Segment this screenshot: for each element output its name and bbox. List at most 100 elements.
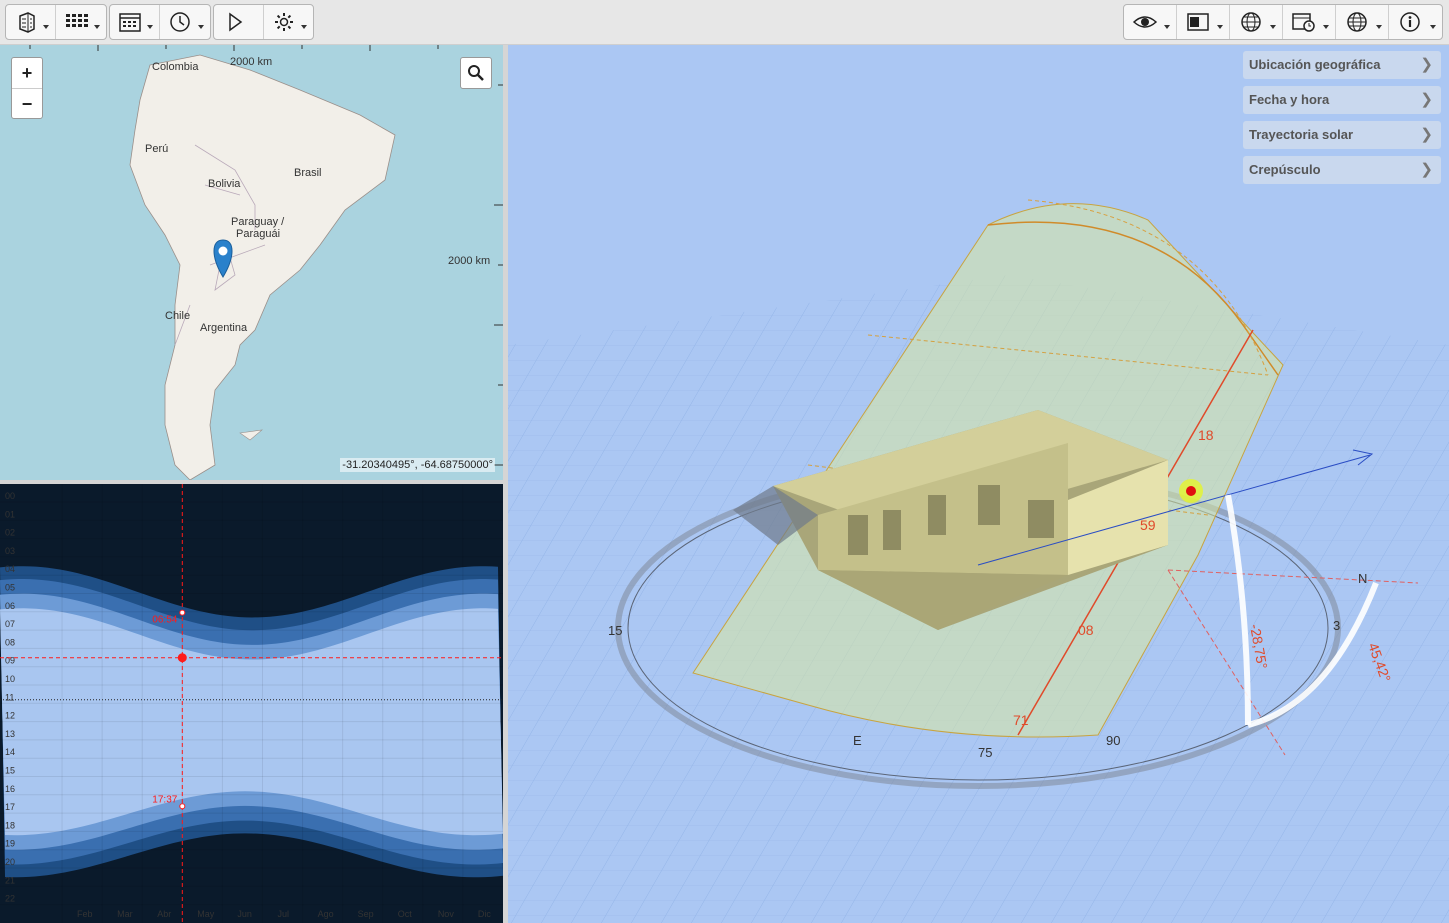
sunrise-marker — [179, 609, 186, 616]
y-tick-label: 08 — [5, 637, 15, 647]
play-button[interactable] — [214, 5, 264, 39]
info-button[interactable] — [1389, 5, 1442, 39]
toolbar — [0, 0, 1449, 45]
clock-icon — [170, 12, 190, 32]
x-tick-label: May — [197, 909, 215, 919]
panel-geo-location[interactable]: Ubicación geográfica ❯ — [1243, 51, 1441, 79]
y-tick-label: 21 — [5, 875, 15, 885]
calendar-clock-icon — [1292, 13, 1315, 32]
sunset-marker — [179, 803, 186, 810]
compass-e-label: E — [853, 733, 862, 748]
map-search-button[interactable] — [460, 57, 492, 89]
compass-90-label: 90 — [1106, 733, 1120, 748]
zoom-control: + − — [11, 57, 43, 119]
chevron-right-icon: ❯ — [1420, 161, 1433, 178]
panel-date-time-label: Fecha y hora — [1249, 92, 1330, 107]
x-tick-label: Abr — [157, 909, 171, 919]
building-button[interactable] — [6, 5, 56, 39]
x-tick-label: Feb — [77, 909, 93, 919]
playback-group — [213, 4, 314, 40]
map-label-argentina: Argentina — [200, 322, 248, 334]
y-tick-label: 02 — [5, 528, 15, 538]
building-icon — [19, 12, 35, 33]
map-label-peru: Perú — [145, 143, 169, 155]
zoom-in-button[interactable]: + — [12, 58, 42, 88]
scale-top-label: 2000 km — [230, 56, 273, 68]
y-tick-label: 19 — [5, 839, 15, 849]
panel-twilight[interactable]: Crepúsculo ❯ — [1243, 156, 1441, 184]
info-icon — [1400, 12, 1420, 32]
chevron-right-icon: ❯ — [1420, 91, 1433, 108]
y-tick-label: 18 — [5, 820, 15, 830]
clock-button[interactable] — [160, 5, 210, 39]
window-button[interactable] — [1177, 5, 1230, 39]
map-label-brasil: Brasil — [294, 167, 322, 179]
sunset-label: 17:37 — [152, 794, 177, 805]
globe-button[interactable] — [1336, 5, 1389, 39]
chevron-right-icon: ❯ — [1420, 126, 1433, 143]
map-label-paraguay: Paraguay / — [231, 216, 285, 228]
map-label-paraguai: Paraguái — [236, 228, 281, 240]
panel-sun-path[interactable]: Trayectoria solar ❯ — [1243, 121, 1441, 149]
panel-date-time[interactable]: Fecha y hora ❯ — [1243, 86, 1441, 114]
y-tick-label: 15 — [5, 766, 15, 776]
y-tick-label: 12 — [5, 711, 15, 721]
visibility-button[interactable] — [1124, 5, 1177, 39]
hour-label-81: 18 — [1198, 427, 1214, 443]
x-tick-label: Sep — [358, 909, 374, 919]
eye-icon — [1132, 16, 1158, 28]
y-tick-label: 01 — [5, 509, 15, 519]
selected-time-marker — [177, 653, 187, 663]
x-tick-label: Ago — [318, 909, 334, 919]
map-label-bolivia: Bolivia — [208, 178, 241, 190]
y-tick-label: 03 — [5, 546, 15, 556]
y-tick-label: 00 — [5, 491, 15, 501]
panel-sun-path-label: Trayectoria solar — [1249, 127, 1354, 142]
location-map[interactable]: 2000 km 2000 km Colombia Perú Brasil Bol… — [0, 45, 503, 480]
y-tick-label: 14 — [5, 747, 15, 757]
south-america-map — [29, 45, 503, 480]
hour-label-71: 71 — [1013, 712, 1029, 728]
sunrise-label: 06:54 — [152, 615, 177, 626]
play-icon — [229, 12, 243, 32]
calendar-button[interactable] — [110, 5, 160, 39]
y-tick-label: 07 — [5, 619, 15, 629]
y-tick-label: 17 — [5, 802, 15, 812]
grid-button[interactable] — [56, 5, 106, 39]
panel-twilight-label: Crepúsculo — [1249, 162, 1321, 177]
x-tick-label: Jun — [237, 909, 252, 919]
hour-label-80: 08 — [1078, 622, 1094, 638]
sphere-grid-button[interactable] — [1230, 5, 1283, 39]
display-group — [1123, 4, 1443, 40]
chevron-right-icon: ❯ — [1420, 56, 1433, 73]
map-label-chile: Chile — [165, 310, 191, 322]
map-label-colombia: Colombia — [152, 61, 199, 73]
y-tick-label: 06 — [5, 601, 15, 611]
settings-button[interactable] — [264, 5, 314, 39]
zoom-out-button[interactable]: − — [12, 88, 42, 119]
panel-geo-location-label: Ubicación geográfica — [1249, 57, 1381, 72]
x-tick-label: Jul — [277, 909, 289, 919]
y-tick-label: 13 — [5, 729, 15, 739]
coordinates-readout: -31.20340495°, -64.68750000° — [340, 458, 495, 472]
time-group — [109, 4, 211, 40]
sun-hours-chart[interactable]: 00 01 02 03 04 05 06 07 08 09 10 11 12 13 14 15 16 17 18 19… — [0, 484, 503, 923]
y-tick-label: 10 — [5, 674, 15, 684]
x-tick-label: Mar — [117, 909, 133, 919]
hour-label-65: 59 — [1140, 517, 1156, 533]
gear-icon — [274, 13, 293, 31]
x-tick-label: Nov — [438, 909, 455, 919]
compass-15-label: 15 — [608, 623, 622, 638]
grid-icon — [66, 14, 88, 27]
y-tick-label: 20 — [5, 857, 15, 867]
y-tick-label: 11 — [5, 692, 14, 702]
y-tick-label: 16 — [5, 784, 15, 794]
sun-hours-chart-svg: 0001020304050607080910111213141516171819… — [0, 484, 503, 923]
sphere-grid-icon — [1241, 12, 1261, 32]
search-icon — [468, 65, 484, 81]
calendar-clock-button[interactable] — [1283, 5, 1336, 39]
window-icon — [1187, 13, 1209, 31]
y-tick-label: 04 — [5, 564, 15, 574]
x-tick-label: Dic — [478, 909, 491, 919]
compass-75-label: 75 — [978, 745, 992, 760]
